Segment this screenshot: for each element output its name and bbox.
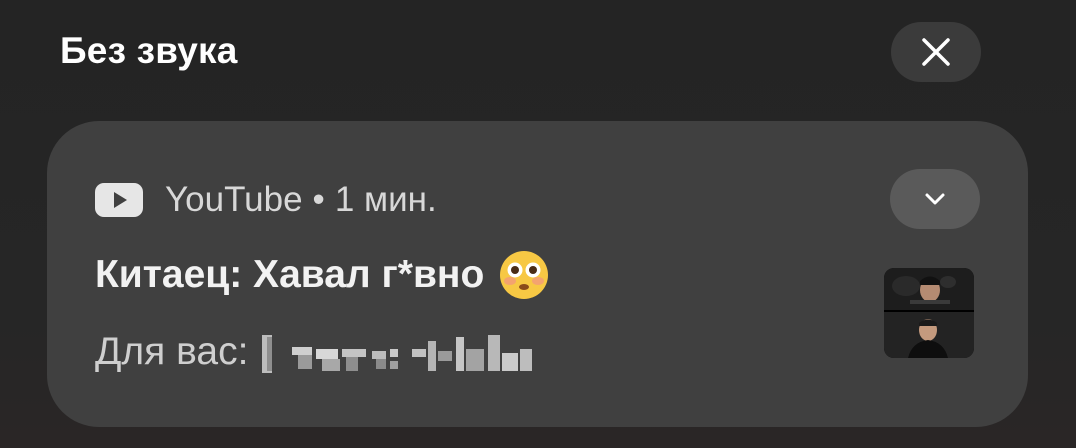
notification-title: Китаец: Хавал г*вно — [95, 249, 550, 301]
close-button[interactable] — [891, 22, 981, 82]
app-name: YouTube — [165, 180, 303, 219]
separator-dot: • — [312, 180, 325, 219]
expand-button[interactable] — [890, 169, 980, 229]
youtube-icon — [95, 177, 143, 223]
pixelated-redacted-text — [262, 327, 534, 377]
notification-body-prefix: Для вас: — [95, 330, 249, 373]
notification-body: Для вас: — [95, 327, 534, 377]
video-thumbnail[interactable] — [884, 268, 974, 358]
chevron-down-icon — [925, 193, 945, 205]
flushed-face-emoji — [500, 251, 549, 299]
notification-time: 1 мин. — [334, 180, 437, 219]
notification-card[interactable]: YouTube • 1 мин. Китаец: Хавал г*вно Для… — [47, 121, 1028, 427]
notification-title-text: Китаец: Хавал г*вно — [95, 253, 485, 296]
notification-shade: Без звука YouTube • 1 мин. Китаец: Хавал… — [0, 0, 1076, 448]
silent-section-title: Без звука — [60, 30, 238, 71]
close-icon — [922, 38, 950, 66]
notification-header: YouTube • 1 мин. — [95, 177, 437, 223]
